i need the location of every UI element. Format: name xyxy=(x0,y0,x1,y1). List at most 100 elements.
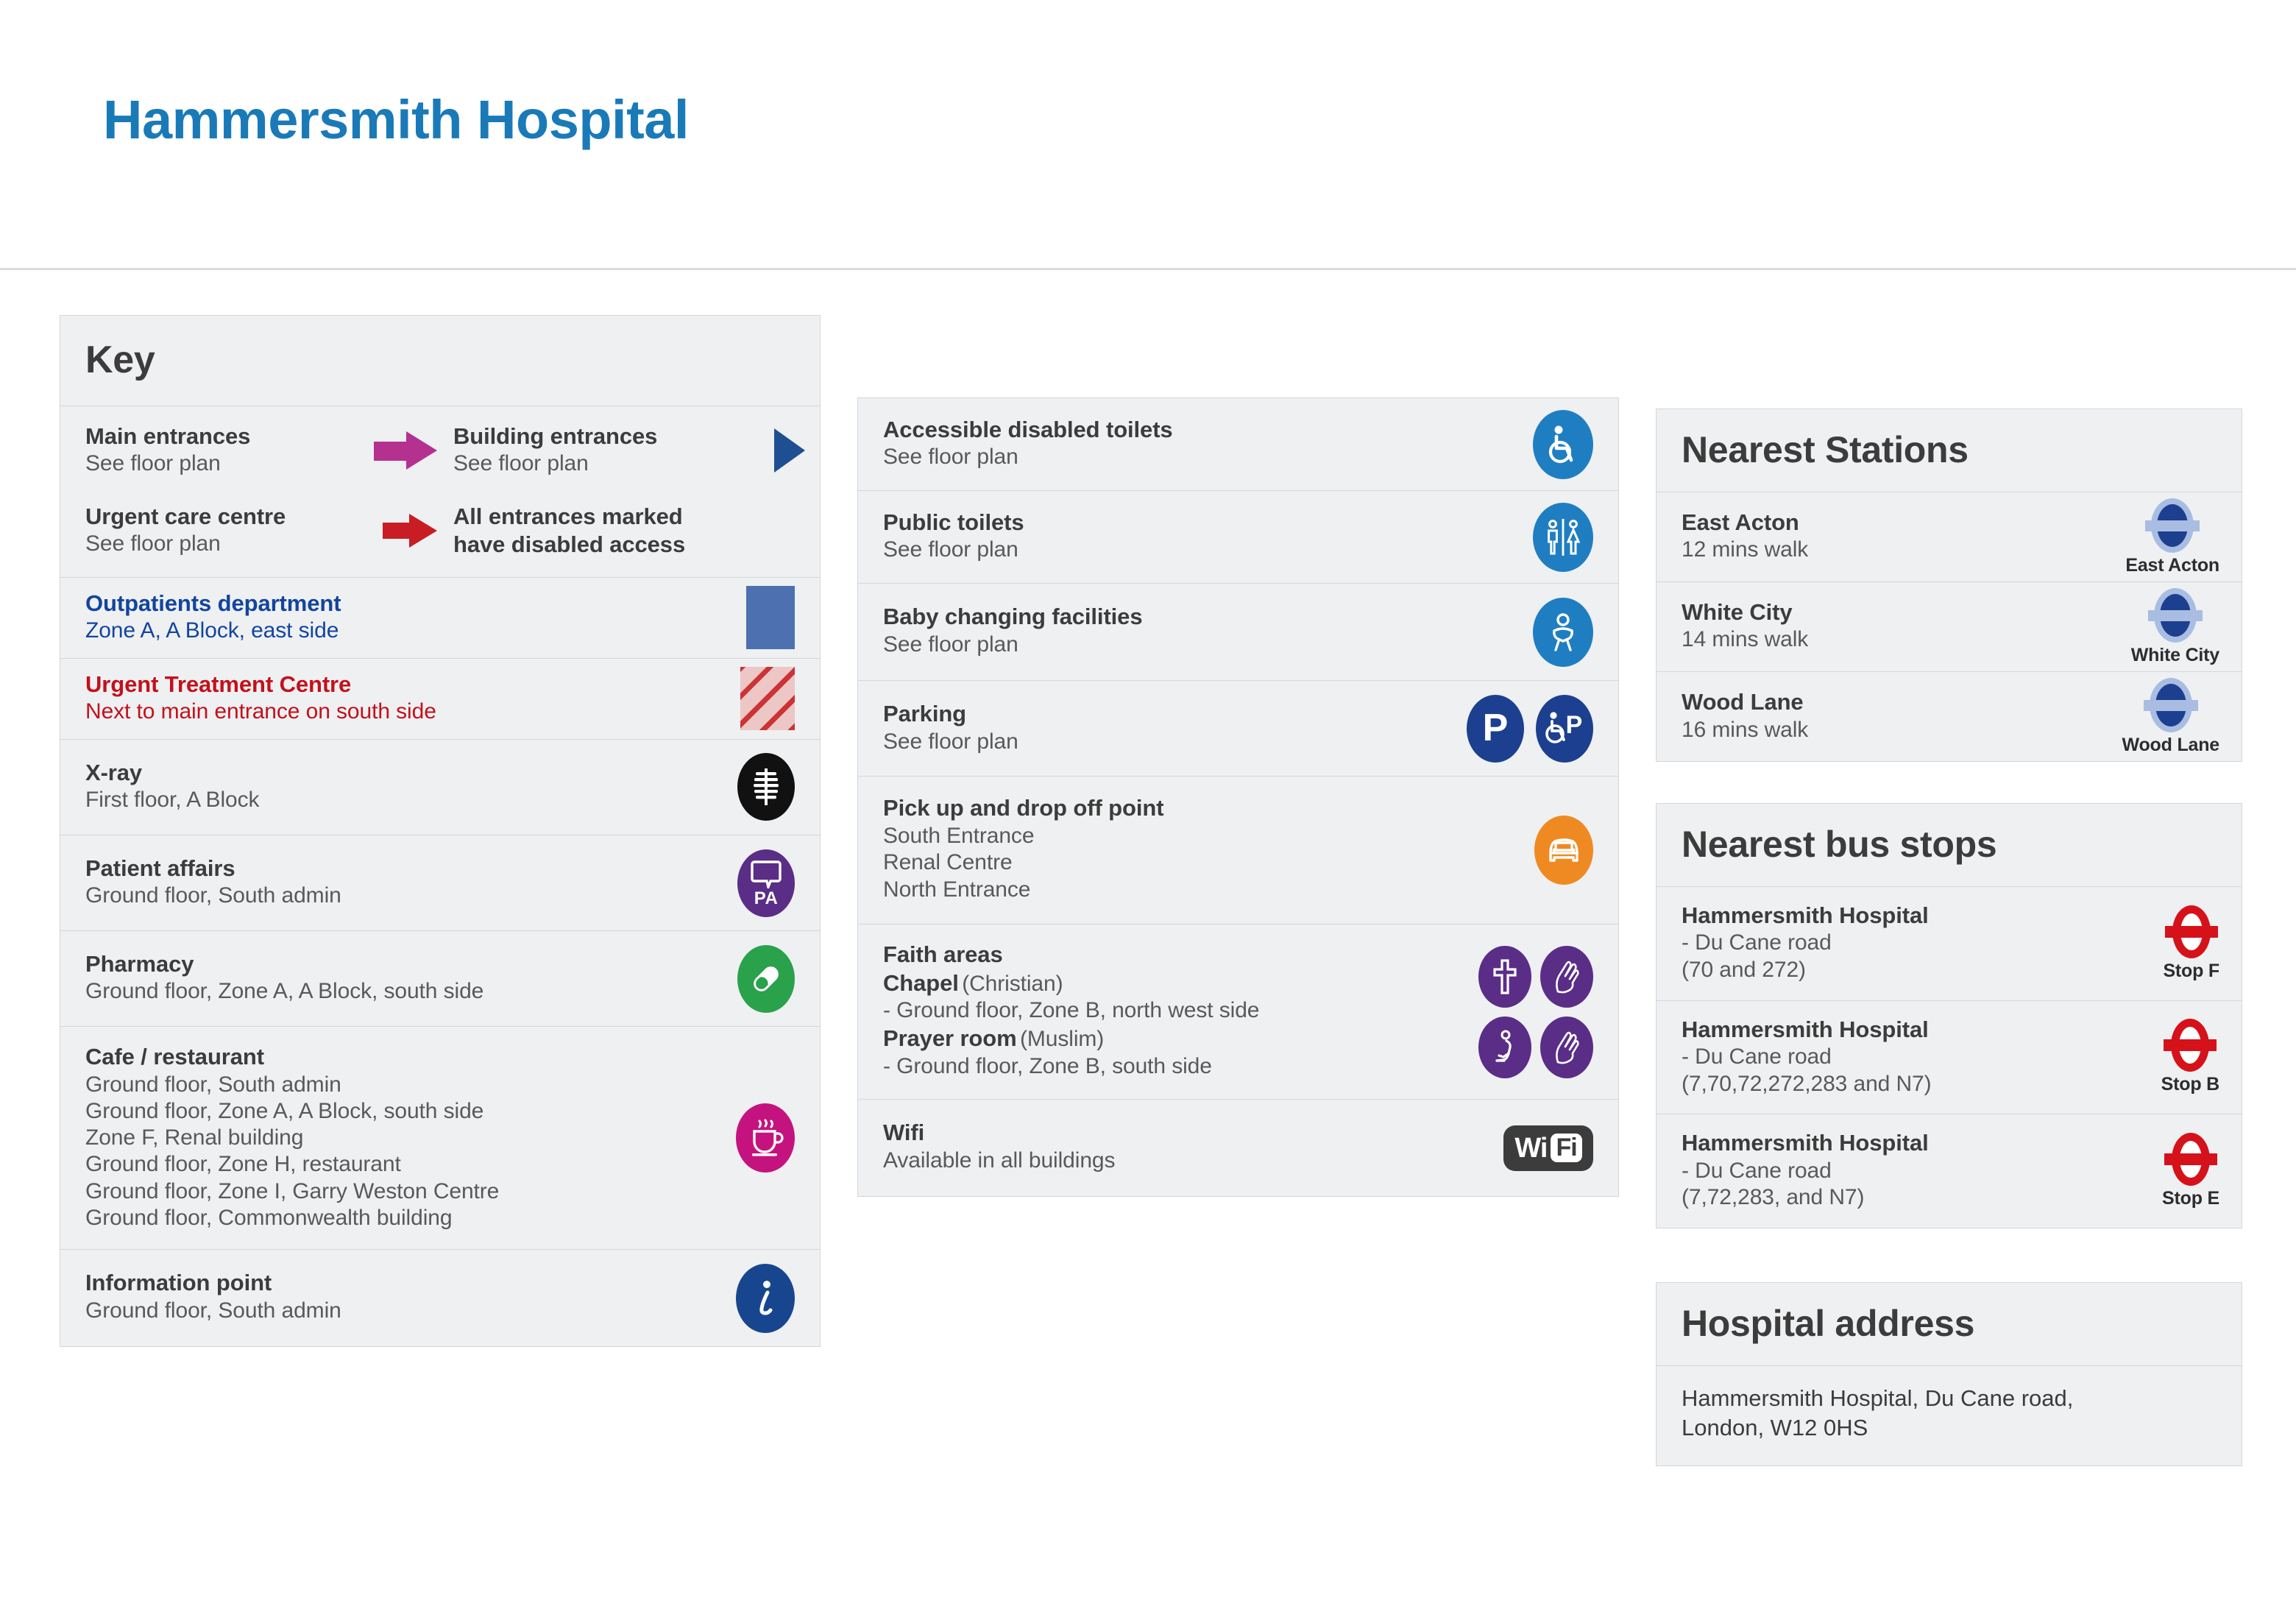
building-entrances-sub: See floor plan xyxy=(453,451,589,476)
accessible-toilets-marker xyxy=(1533,409,1593,479)
red-hatch-square-icon xyxy=(740,667,795,731)
magenta-arrow-icon xyxy=(374,431,437,470)
urgent-treatment-marker xyxy=(740,667,795,731)
pharmacy-pill-icon xyxy=(737,944,795,1013)
cross-icon xyxy=(1478,945,1531,1008)
urgent-treatment-sub: Next to main entrance on south side xyxy=(85,699,436,724)
bus-roundel-icon-2 xyxy=(2164,1019,2217,1072)
page-title: Hammersmith Hospital xyxy=(103,89,689,150)
cafe-sub-1: Ground floor, South admin xyxy=(85,1072,341,1097)
wifi-logo-icon: Wi Fi xyxy=(1503,1125,1593,1171)
prayer-room-faith: (Muslim) xyxy=(1020,1026,1105,1051)
pharmacy-marker xyxy=(737,944,795,1013)
chapel-label: Chapel xyxy=(883,969,959,996)
bus-stop-f-name: Hammersmith Hospital xyxy=(1682,902,1929,928)
red-arrow-icon xyxy=(383,513,437,548)
parking-sub: See floor plan xyxy=(883,729,1018,754)
hospital-address-line2: London, W12 0HS xyxy=(1682,1415,1868,1441)
key-row-information-point: Information point Ground floor, South ad… xyxy=(60,1250,820,1346)
building-entrances-title: Building entrances xyxy=(453,423,658,449)
wood-lane-walk: 16 mins walk xyxy=(1682,717,1809,742)
facilities-panel: Accessible disabled toilets See floor pl… xyxy=(857,397,1619,1198)
hospital-address-panel: Hospital address Hammersmith Hospital, D… xyxy=(1656,1282,2242,1466)
patient-affairs-marker: PA xyxy=(737,849,795,917)
information-point-title: Information point xyxy=(85,1270,272,1296)
faith-areas-marker xyxy=(1478,945,1593,1078)
svg-text:P: P xyxy=(1483,709,1509,749)
praying-hands-icon-2 xyxy=(1540,1016,1593,1078)
public-toilets-sub: See floor plan xyxy=(883,537,1018,562)
patient-affairs-icon: PA xyxy=(737,849,795,917)
disabled-access-note-line1: All entrances marked xyxy=(453,503,683,530)
wheelchair-icon xyxy=(1533,409,1593,479)
key-row-outpatients: Outpatients department Zone A, A Block, … xyxy=(60,578,820,659)
baby-changing-sub: See floor plan xyxy=(883,632,1018,657)
wood-lane-caption: Wood Lane xyxy=(2122,734,2220,755)
white-city-walk: 14 mins walk xyxy=(1682,627,1809,652)
baby-changing-marker xyxy=(1533,597,1593,667)
hospital-address-heading: Hospital address xyxy=(1657,1283,2242,1366)
bus-stop-f-marker: Stop F xyxy=(2163,905,2219,982)
facilities-row-faith-areas: Faith areas Chapel (Christian) - Ground … xyxy=(858,924,1618,1100)
xray-marker xyxy=(737,753,795,821)
east-acton-name: East Acton xyxy=(1682,509,1799,535)
facilities-row-wifi: Wifi Available in all buildings Wi Fi xyxy=(858,1100,1618,1196)
key-row-cafe: Cafe / restaurant Ground floor, South ad… xyxy=(60,1027,820,1251)
outpatients-title: Outpatients department xyxy=(85,590,341,616)
praying-hands-icon xyxy=(1540,945,1593,1008)
white-city-caption: White City xyxy=(2130,644,2219,665)
pickup-dropoff-title: Pick up and drop off point xyxy=(883,795,1164,821)
wifi-logo-wi: Wi xyxy=(1514,1132,1548,1164)
disabled-access-note: All entrances marked have disabled acces… xyxy=(453,503,805,559)
pickup-dropoff-marker xyxy=(1534,816,1593,885)
nearest-bus-stops-heading: Nearest bus stops xyxy=(1657,804,2242,887)
pickup-dropoff-sub-3: North Entrance xyxy=(883,877,1031,902)
main-entrances-sub: See floor plan xyxy=(85,451,221,476)
urgent-care-sub: See floor plan xyxy=(85,531,221,556)
xray-icon xyxy=(737,753,795,821)
prayer-line: Prayer room (Muslim) xyxy=(883,1025,1422,1053)
xray-title: X-ray xyxy=(85,759,143,785)
faith-areas-title: Faith areas xyxy=(883,941,1003,968)
wifi-logo-fi: Fi xyxy=(1551,1134,1582,1163)
wifi-title: Wifi xyxy=(883,1120,925,1146)
cafe-sub-6: Ground floor, Commonwealth building xyxy=(85,1205,453,1230)
bus-stop-b-road: - Du Cane road xyxy=(1682,1044,1832,1069)
information-point-sub: Ground floor, South admin xyxy=(85,1298,341,1323)
blue-triangle-icon xyxy=(774,428,805,473)
wifi-sub: Available in all buildings xyxy=(883,1148,1116,1173)
pharmacy-title: Pharmacy xyxy=(85,951,194,977)
svg-text:P: P xyxy=(1566,711,1583,739)
station-row-wood-lane: Wood Lane 16 mins walk Wood Lane xyxy=(1657,672,2242,761)
public-toilets-title: Public toilets xyxy=(883,509,1024,536)
chapel-line: Chapel (Christian) xyxy=(883,969,1422,998)
disabled-access-note-line2: have disabled access xyxy=(453,531,686,558)
bus-row-stop-b: Hammersmith Hospital - Du Cane road (7,7… xyxy=(1657,1001,2242,1115)
bus-stop-f-road: - Du Cane road xyxy=(1682,930,1832,955)
facilities-row-baby-changing: Baby changing facilities See floor plan xyxy=(858,584,1618,682)
bus-roundel-icon-3 xyxy=(2164,1133,2218,1187)
baby-changing-icon xyxy=(1533,597,1593,667)
pickup-dropoff-sub-2: Renal Centre xyxy=(883,850,1013,875)
east-acton-caption: East Acton xyxy=(2125,554,2219,576)
wood-lane-name: Wood Lane xyxy=(1682,689,1804,715)
prayer-room-label: Prayer room xyxy=(883,1025,1017,1051)
cafe-sub-5: Ground floor, Zone I, Garry Weston Centr… xyxy=(85,1178,500,1203)
bus-stop-b-name: Hammersmith Hospital xyxy=(1682,1016,1929,1042)
station-row-white-city: White City 14 mins walk White City xyxy=(1657,582,2242,673)
urgent-treatment-title: Urgent Treatment Centre xyxy=(85,671,352,697)
key-row-urgent-treatment: Urgent Treatment Centre Next to main ent… xyxy=(60,659,820,740)
cafe-marker xyxy=(736,1103,795,1173)
bus-stop-e-name: Hammersmith Hospital xyxy=(1682,1130,1929,1156)
tube-roundel-icon-2 xyxy=(2147,587,2203,643)
parking-marker: P P xyxy=(1467,694,1593,763)
hospital-address-line1: Hammersmith Hospital, Du Cane road, xyxy=(1682,1385,2074,1411)
blue-square-icon xyxy=(746,586,795,650)
entrances-row: Main entrances See floor plan Urgent car… xyxy=(60,406,820,578)
bus-row-stop-f: Hammersmith Hospital - Du Cane road (70 … xyxy=(1657,887,2242,1001)
header-divider xyxy=(0,268,2296,270)
key-row-pharmacy: Pharmacy Ground floor, Zone A, A Block, … xyxy=(60,931,820,1028)
building-entrances-item: Building entrances See floor plan xyxy=(453,422,805,478)
xray-sub: First floor, A Block xyxy=(85,788,260,813)
parking-icon: P xyxy=(1467,694,1524,763)
